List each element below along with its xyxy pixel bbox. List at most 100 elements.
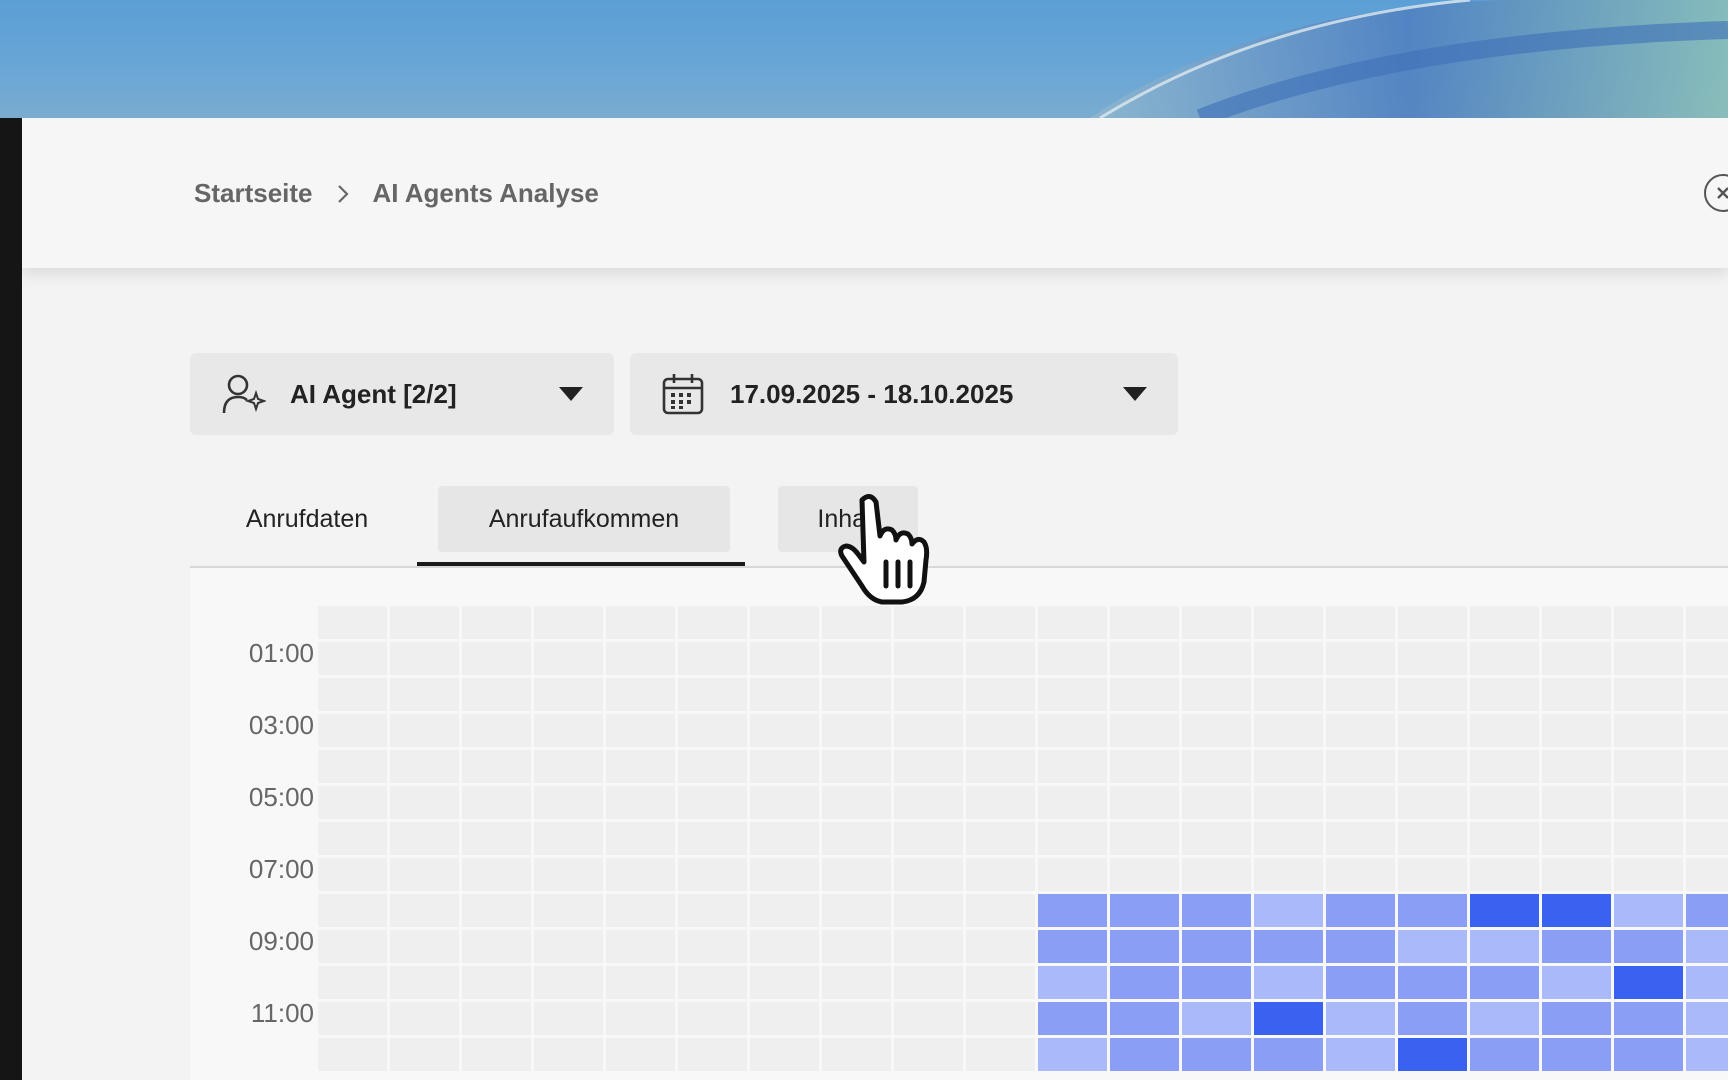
heatmap-cell[interactable] (1398, 966, 1467, 999)
heatmap-cell[interactable] (390, 1002, 459, 1035)
heatmap-cell[interactable] (966, 822, 1035, 855)
heatmap-cell[interactable] (966, 642, 1035, 675)
heatmap-cell[interactable] (822, 714, 891, 747)
heatmap-cell[interactable] (1254, 1002, 1323, 1035)
heatmap-cell[interactable] (462, 786, 531, 819)
heatmap-cell[interactable] (678, 606, 747, 639)
heatmap-cell[interactable] (534, 786, 603, 819)
heatmap-cell[interactable] (318, 678, 387, 711)
heatmap-cell[interactable] (390, 858, 459, 891)
heatmap-cell[interactable] (678, 786, 747, 819)
heatmap-cell[interactable] (1542, 642, 1611, 675)
heatmap-cell[interactable] (894, 678, 963, 711)
agent-filter-dropdown[interactable]: AI Agent [2/2] (190, 353, 614, 435)
heatmap-cell[interactable] (1038, 642, 1107, 675)
heatmap-cell[interactable] (1542, 1002, 1611, 1035)
heatmap-cell[interactable] (1254, 894, 1323, 927)
heatmap-cell[interactable] (678, 1002, 747, 1035)
heatmap-cell[interactable] (1470, 966, 1539, 999)
heatmap-cell[interactable] (822, 966, 891, 999)
heatmap-cell[interactable] (462, 930, 531, 963)
heatmap-cell[interactable] (1686, 894, 1728, 927)
heatmap-cell[interactable] (1686, 606, 1728, 639)
heatmap-cell[interactable] (1110, 642, 1179, 675)
heatmap-cell[interactable] (1038, 678, 1107, 711)
heatmap-cell[interactable] (1470, 1002, 1539, 1035)
heatmap-cell[interactable] (1326, 822, 1395, 855)
heatmap-cell[interactable] (606, 894, 675, 927)
heatmap-cell[interactable] (1686, 642, 1728, 675)
heatmap-cell[interactable] (1686, 678, 1728, 711)
heatmap-cell[interactable] (390, 822, 459, 855)
heatmap-cell[interactable] (534, 858, 603, 891)
heatmap-cell[interactable] (1614, 642, 1683, 675)
heatmap-cell[interactable] (1326, 714, 1395, 747)
heatmap-cell[interactable] (1398, 786, 1467, 819)
heatmap-cell[interactable] (1614, 714, 1683, 747)
heatmap-cell[interactable] (606, 642, 675, 675)
heatmap-cell[interactable] (534, 1002, 603, 1035)
heatmap-cell[interactable] (822, 642, 891, 675)
heatmap-cell[interactable] (750, 786, 819, 819)
heatmap-cell[interactable] (390, 1038, 459, 1071)
heatmap-cell[interactable] (390, 606, 459, 639)
heatmap-cell[interactable] (390, 894, 459, 927)
heatmap-cell[interactable] (462, 714, 531, 747)
heatmap-cell[interactable] (894, 966, 963, 999)
heatmap-cell[interactable] (1470, 1038, 1539, 1071)
heatmap-cell[interactable] (1470, 786, 1539, 819)
heatmap-cell[interactable] (1542, 822, 1611, 855)
heatmap-cell[interactable] (1326, 858, 1395, 891)
heatmap-cell[interactable] (1038, 894, 1107, 927)
heatmap-cell[interactable] (894, 894, 963, 927)
heatmap-cell[interactable] (1398, 606, 1467, 639)
heatmap-cell[interactable] (1182, 822, 1251, 855)
heatmap-cell[interactable] (966, 894, 1035, 927)
heatmap-cell[interactable] (1182, 750, 1251, 783)
heatmap-cell[interactable] (894, 930, 963, 963)
heatmap-cell[interactable] (678, 642, 747, 675)
heatmap-cell[interactable] (606, 858, 675, 891)
heatmap-cell[interactable] (462, 858, 531, 891)
heatmap-cell[interactable] (1470, 858, 1539, 891)
heatmap-cell[interactable] (1110, 822, 1179, 855)
heatmap-cell[interactable] (1182, 678, 1251, 711)
heatmap-cell[interactable] (1614, 786, 1683, 819)
heatmap-cell[interactable] (390, 678, 459, 711)
heatmap-cell[interactable] (1326, 930, 1395, 963)
heatmap-cell[interactable] (1038, 858, 1107, 891)
heatmap-cell[interactable] (1470, 678, 1539, 711)
heatmap-cell[interactable] (1326, 894, 1395, 927)
heatmap-cell[interactable] (678, 894, 747, 927)
heatmap-cell[interactable] (318, 822, 387, 855)
heatmap-cell[interactable] (1182, 858, 1251, 891)
heatmap-cell[interactable] (894, 1038, 963, 1071)
heatmap-cell[interactable] (1110, 966, 1179, 999)
heatmap-cell[interactable] (606, 966, 675, 999)
heatmap-cell[interactable] (750, 714, 819, 747)
heatmap-cell[interactable] (678, 966, 747, 999)
heatmap-cell[interactable] (1326, 606, 1395, 639)
heatmap-cell[interactable] (1398, 930, 1467, 963)
heatmap-cell[interactable] (1398, 858, 1467, 891)
heatmap-cell[interactable] (606, 1002, 675, 1035)
heatmap-cell[interactable] (1110, 1002, 1179, 1035)
heatmap-cell[interactable] (318, 1038, 387, 1071)
heatmap-cell[interactable] (678, 930, 747, 963)
heatmap-cell[interactable] (1038, 966, 1107, 999)
heatmap-cell[interactable] (1110, 786, 1179, 819)
heatmap-cell[interactable] (894, 822, 963, 855)
heatmap-cell[interactable] (534, 606, 603, 639)
heatmap-cell[interactable] (390, 930, 459, 963)
heatmap-cell[interactable] (1182, 930, 1251, 963)
heatmap-cell[interactable] (318, 930, 387, 963)
heatmap-cell[interactable] (462, 606, 531, 639)
heatmap-cell[interactable] (1038, 750, 1107, 783)
heatmap-cell[interactable] (390, 966, 459, 999)
heatmap-cell[interactable] (1470, 642, 1539, 675)
heatmap-cell[interactable] (318, 1002, 387, 1035)
heatmap-cell[interactable] (1254, 678, 1323, 711)
heatmap-cell[interactable] (1686, 750, 1728, 783)
heatmap-cell[interactable] (390, 714, 459, 747)
heatmap-cell[interactable] (462, 750, 531, 783)
